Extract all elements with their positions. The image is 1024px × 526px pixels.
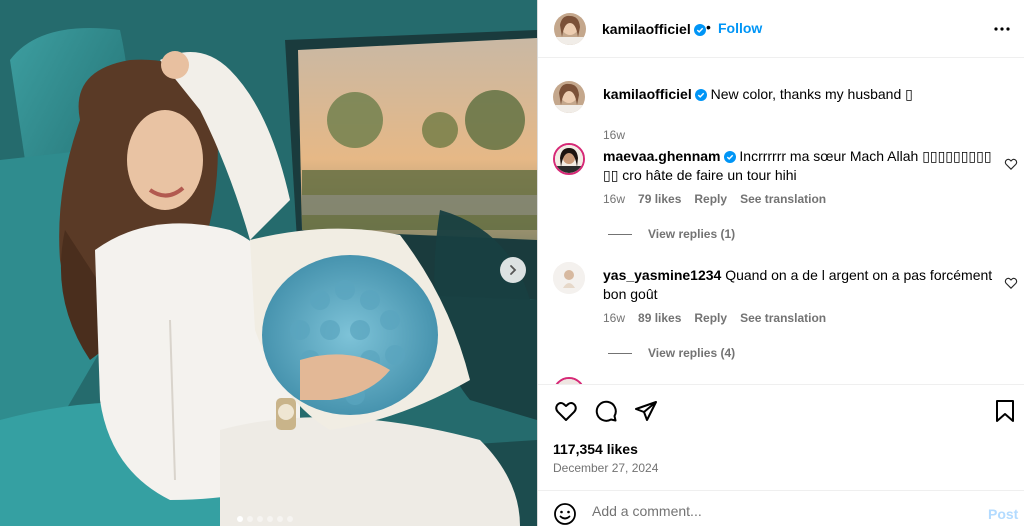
post-comment-button[interactable]: Post xyxy=(988,506,1018,522)
reply-button[interactable]: Reply xyxy=(694,311,727,325)
author-username-text: kamilaofficiel xyxy=(602,21,691,37)
carousel-dot xyxy=(267,516,273,522)
comment-likes[interactable]: 79 likes xyxy=(638,192,681,206)
view-replies-button[interactable]: View replies (1) xyxy=(608,227,735,241)
comment-author-text: maevaa.ghennam xyxy=(603,148,721,164)
view-replies-button[interactable]: View replies (4) xyxy=(608,346,735,360)
see-translation-button[interactable]: See translation xyxy=(740,192,826,206)
save-bookmark-icon[interactable] xyxy=(994,399,1016,423)
caption-author-text: kamilaofficiel xyxy=(603,86,692,102)
follow-button[interactable]: Follow xyxy=(718,20,762,36)
comment-meta: 16w 89 likes Reply See translation xyxy=(603,311,826,325)
caption-author[interactable]: kamilaofficiel xyxy=(603,86,707,102)
like-comment-heart-icon[interactable] xyxy=(1004,157,1018,171)
carousel-dot xyxy=(247,516,253,522)
post-image xyxy=(0,0,537,526)
comment-body: maevaa.ghennam Incrrrrrr ma sœur Mach Al… xyxy=(603,147,993,185)
post-details-panel: kamilaofficiel • Follow kamilaofficiel N… xyxy=(537,0,1024,526)
caption-meta: 16w xyxy=(603,128,625,142)
author-username[interactable]: kamilaofficiel xyxy=(602,21,706,37)
like-comment-heart-icon[interactable] xyxy=(1004,276,1018,290)
author-avatar[interactable] xyxy=(554,13,586,45)
comment-meta: 16w 79 likes Reply See translation xyxy=(603,192,826,206)
commenter-avatar[interactable] xyxy=(553,377,585,384)
comment-body: yas_yasmine1234 Quand on a de l argent o… xyxy=(603,266,993,304)
comment-composer: Post xyxy=(538,490,1024,526)
post-likes-count[interactable]: 117,354 likes xyxy=(553,441,638,457)
see-translation-button[interactable]: See translation xyxy=(740,311,826,325)
carousel-dot-active xyxy=(237,516,243,522)
comment-author[interactable]: yas_yasmine1234 xyxy=(603,267,721,283)
caption-text: New color, thanks my husband ▯ xyxy=(710,86,913,102)
comment-likes[interactable]: 89 likes xyxy=(638,311,681,325)
comment-age: 16w xyxy=(603,311,626,325)
commenter-avatar[interactable] xyxy=(553,143,585,175)
caption-author-avatar[interactable] xyxy=(553,81,585,113)
carousel-dot xyxy=(257,516,263,522)
view-replies-label: View replies (4) xyxy=(648,346,736,360)
verified-badge-icon xyxy=(694,89,707,101)
replies-divider xyxy=(608,352,632,354)
emoji-icon[interactable] xyxy=(553,502,577,526)
commenter-avatar[interactable] xyxy=(553,262,585,294)
post-actions: 117,354 likes December 27, 2024 xyxy=(538,384,1024,490)
replies-divider xyxy=(608,233,632,235)
view-replies-label: View replies (1) xyxy=(648,227,736,241)
caption-body: kamilaofficiel New color, thanks my husb… xyxy=(603,85,993,104)
verified-badge-icon xyxy=(693,24,706,36)
carousel-dot xyxy=(277,516,283,522)
comment-author[interactable]: maevaa.ghennam xyxy=(603,148,736,164)
post-header: kamilaofficiel • Follow xyxy=(538,0,1024,58)
verified-badge-icon xyxy=(723,151,736,163)
carousel-next-button[interactable] xyxy=(500,257,526,283)
comments-list[interactable]: kamilaofficiel New color, thanks my husb… xyxy=(538,59,1024,384)
carousel-indicator xyxy=(237,516,293,522)
comment-age: 16w xyxy=(603,192,626,206)
post-photo xyxy=(0,0,537,526)
caption-age: 16w xyxy=(603,128,626,142)
more-options-icon[interactable] xyxy=(993,20,1011,38)
carousel-dot xyxy=(287,516,293,522)
reply-button[interactable]: Reply xyxy=(694,192,727,206)
like-heart-icon[interactable] xyxy=(554,399,578,423)
comment-bubble-icon[interactable] xyxy=(594,399,618,423)
share-paper-plane-icon[interactable] xyxy=(634,399,658,423)
comment-input[interactable] xyxy=(592,503,972,519)
chevron-right-icon xyxy=(510,265,517,275)
separator-dot: • xyxy=(706,19,711,35)
post-date: December 27, 2024 xyxy=(553,461,659,475)
